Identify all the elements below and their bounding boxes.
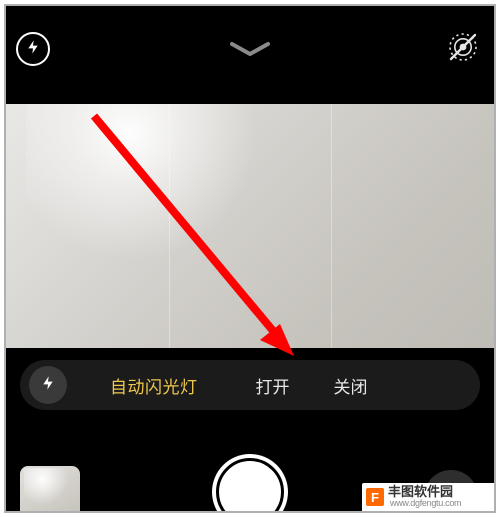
grid-line (331, 104, 332, 348)
camera-screen: 自动闪光灯 打开 关闭 F (4, 4, 496, 513)
shutter-ring (216, 458, 284, 513)
flash-option-auto[interactable]: 自动闪光灯 (110, 373, 198, 398)
chevron-down-icon (226, 47, 274, 64)
watermark: F 丰图软件园 www.dgfengtu.com (362, 483, 494, 511)
thumbnail-preview (24, 468, 76, 512)
live-photo-toggle-button[interactable] (444, 30, 482, 68)
watermark-title: 丰图软件园 (388, 485, 461, 499)
top-bar (6, 6, 494, 86)
flash-option-off[interactable]: 关闭 (334, 373, 368, 398)
flash-mode-button[interactable] (24, 361, 72, 409)
flash-options-bar: 自动闪光灯 打开 关闭 (20, 360, 480, 410)
flash-toggle-button[interactable] (16, 32, 50, 66)
flash-icon (25, 39, 41, 60)
grid-line (169, 104, 170, 348)
camera-viewfinder[interactable] (6, 104, 494, 348)
live-photo-off-icon (445, 29, 481, 70)
flash-option-on[interactable]: 打开 (256, 373, 290, 398)
shutter-button[interactable] (212, 454, 288, 513)
watermark-logo: F (366, 488, 384, 506)
watermark-url: www.dgfengtu.com (390, 499, 461, 508)
flash-icon (40, 375, 56, 396)
camera-roll-thumbnail[interactable] (20, 466, 80, 513)
viewfinder-light-flare (26, 104, 286, 274)
options-collapse-button[interactable] (226, 40, 274, 60)
